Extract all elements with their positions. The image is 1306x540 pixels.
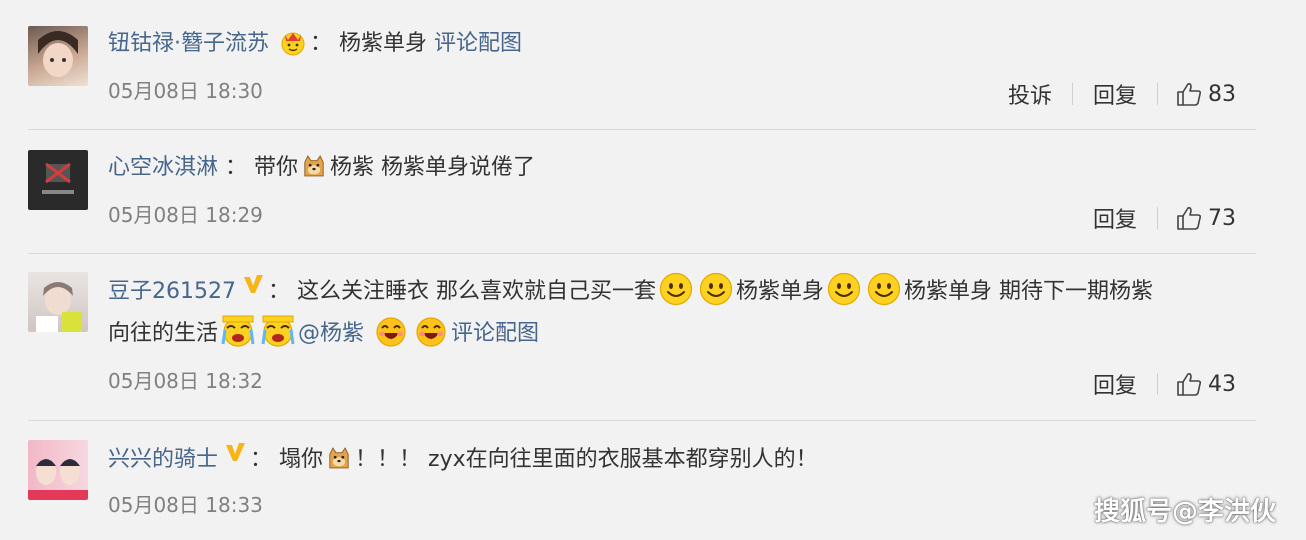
cry-icon [221,314,255,348]
comment-text: 钮钴禄·簪子流苏 ： 杨紫单身 评论配图 [108,24,1246,64]
doge-icon [326,445,352,471]
username[interactable]: 钮钴禄·簪子流苏 [108,31,269,56]
like-count: 43 [1208,371,1236,397]
mention-link[interactable]: @杨紫 [298,321,364,346]
comment-text: 豆子261527 ： 这么关注睡衣 那么喜欢就自己买一套 杨紫单身 杨紫单身 期待下一… [108,272,1246,312]
like-button[interactable]: 73 [1158,205,1236,231]
thumbs-up-icon [1176,371,1202,397]
comment-divider [28,253,1256,254]
timestamp: 05月08日 18:32 [108,369,263,393]
colon: ： [267,279,290,304]
crown-emoji-icon [279,28,307,56]
username[interactable]: 兴兴的骑士 [108,447,218,472]
watermark: 搜狐号@李洪伙 [1093,497,1276,527]
comment-divider [28,129,1256,130]
comment-actions: 投诉 回复 83 [988,78,1236,110]
reply-button[interactable]: 回复 [1073,78,1157,110]
like-count: 83 [1208,81,1236,107]
username[interactable]: 心空冰淇淋 [108,155,218,180]
smile-icon [659,272,693,306]
avatar[interactable] [28,150,88,210]
reply-button[interactable]: 回复 [1073,202,1157,234]
smile-icon [867,272,901,306]
comment-body: 塌你 [279,447,324,472]
comment-image-link[interactable]: 评论配图 [451,321,539,346]
comment-body: ！！！ zyx在向往里面的衣服基本都穿别人的！ [355,447,818,472]
reply-button[interactable]: 回复 [1073,368,1157,400]
avatar[interactable] [28,26,88,86]
avatar[interactable] [28,440,88,500]
smile-icon [827,272,861,306]
like-count: 73 [1208,205,1236,231]
comment-actions: 回复 43 [1073,368,1236,400]
comment-body: 这么关注睡衣 那么喜欢就自己买一套 [297,279,656,304]
laugh-icon [414,314,448,348]
comment-body: 杨紫单身 [736,279,825,304]
timestamp: 05月08日 18:30 [108,79,263,103]
thumbs-up-icon [1176,81,1202,107]
doge-icon [301,153,327,179]
timestamp: 05月08日 18:29 [108,203,263,227]
like-button[interactable]: 83 [1158,81,1236,107]
laugh-icon [374,314,408,348]
comment-body: 带你 [254,155,299,180]
v-badge-icon [242,269,264,309]
v-badge-icon [224,437,246,477]
comment-divider [28,420,1256,421]
comment-text: 心空冰淇淋 ： 带你 杨紫 杨紫单身说倦了 [108,148,1246,188]
cry-icon [261,314,295,348]
colon: ： [225,155,248,180]
comment-text: 兴兴的骑士 ： 塌你 ！！！ zyx在向往里面的衣服基本都穿别人的！ [108,440,1246,480]
comment-body: 杨紫单身 期待下一期杨紫 [904,279,1154,304]
comment-body: 向往的生活 [108,321,219,346]
thumbs-up-icon [1176,205,1202,231]
smile-icon [699,272,733,306]
timestamp: 05月08日 18:33 [108,493,263,517]
comment-text-line2: 向往的生活 @杨紫 评论配图 [108,314,539,354]
comment-image-link[interactable]: 评论配图 [434,31,522,56]
like-button[interactable]: 43 [1158,371,1236,397]
username[interactable]: 豆子261527 [108,279,236,304]
avatar[interactable] [28,272,88,332]
report-button[interactable]: 投诉 [988,78,1072,110]
colon: ： [250,447,273,472]
comment-body: 杨紫 杨紫单身说倦了 [330,155,536,180]
comment-actions: 回复 73 [1073,202,1236,234]
colon: ： [310,31,333,56]
comment-body: 杨紫单身 [339,31,428,56]
